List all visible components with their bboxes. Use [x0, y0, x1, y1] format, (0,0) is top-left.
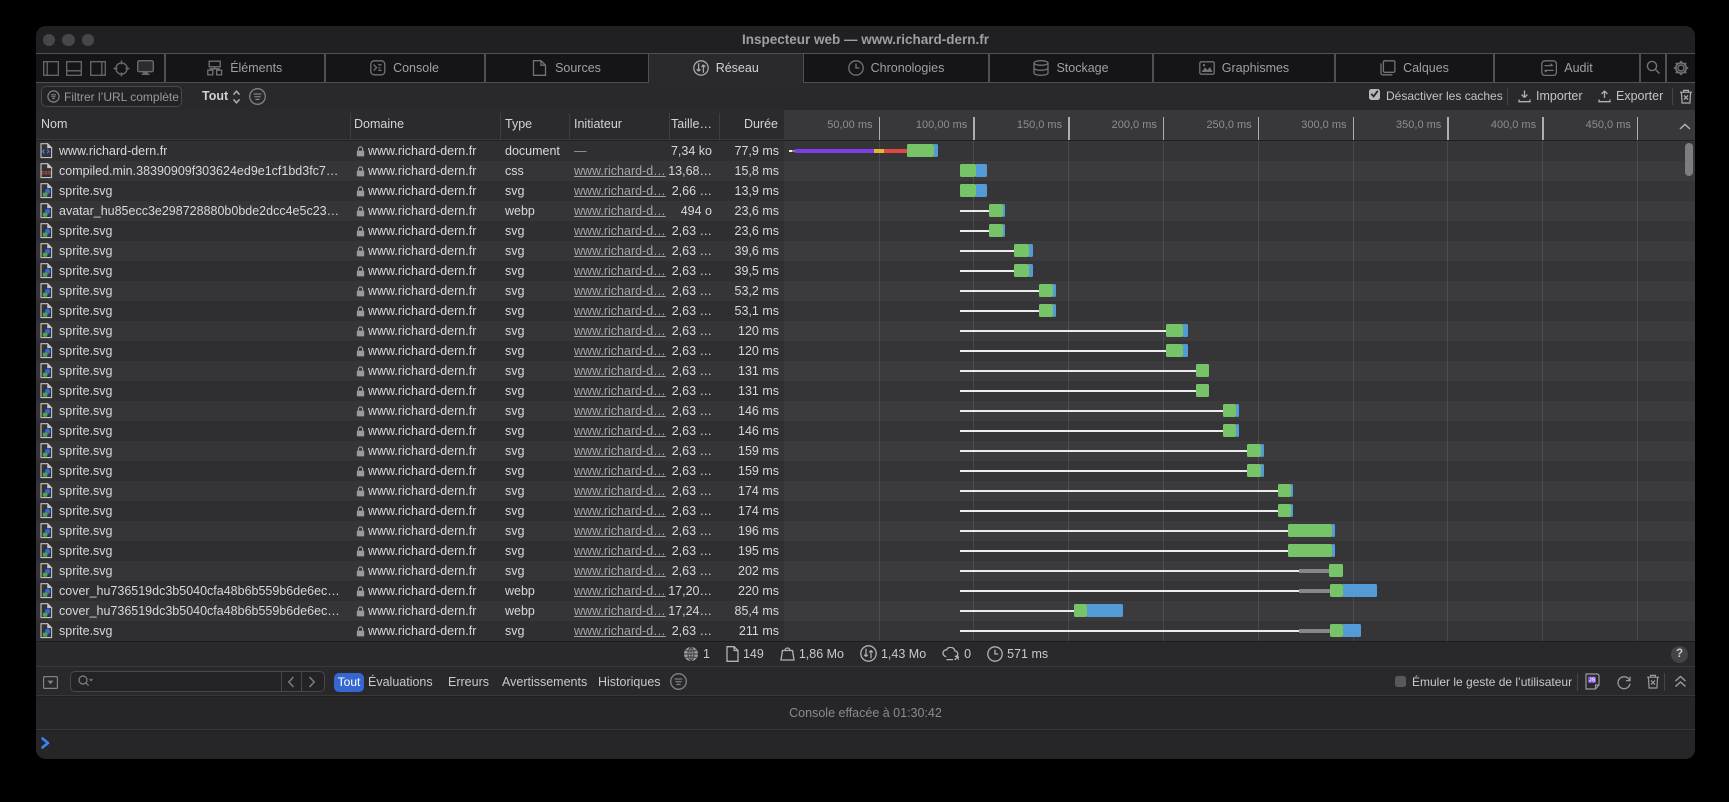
- svg-text:JS: JS: [1589, 678, 1596, 684]
- svg-text:css: css: [41, 170, 52, 176]
